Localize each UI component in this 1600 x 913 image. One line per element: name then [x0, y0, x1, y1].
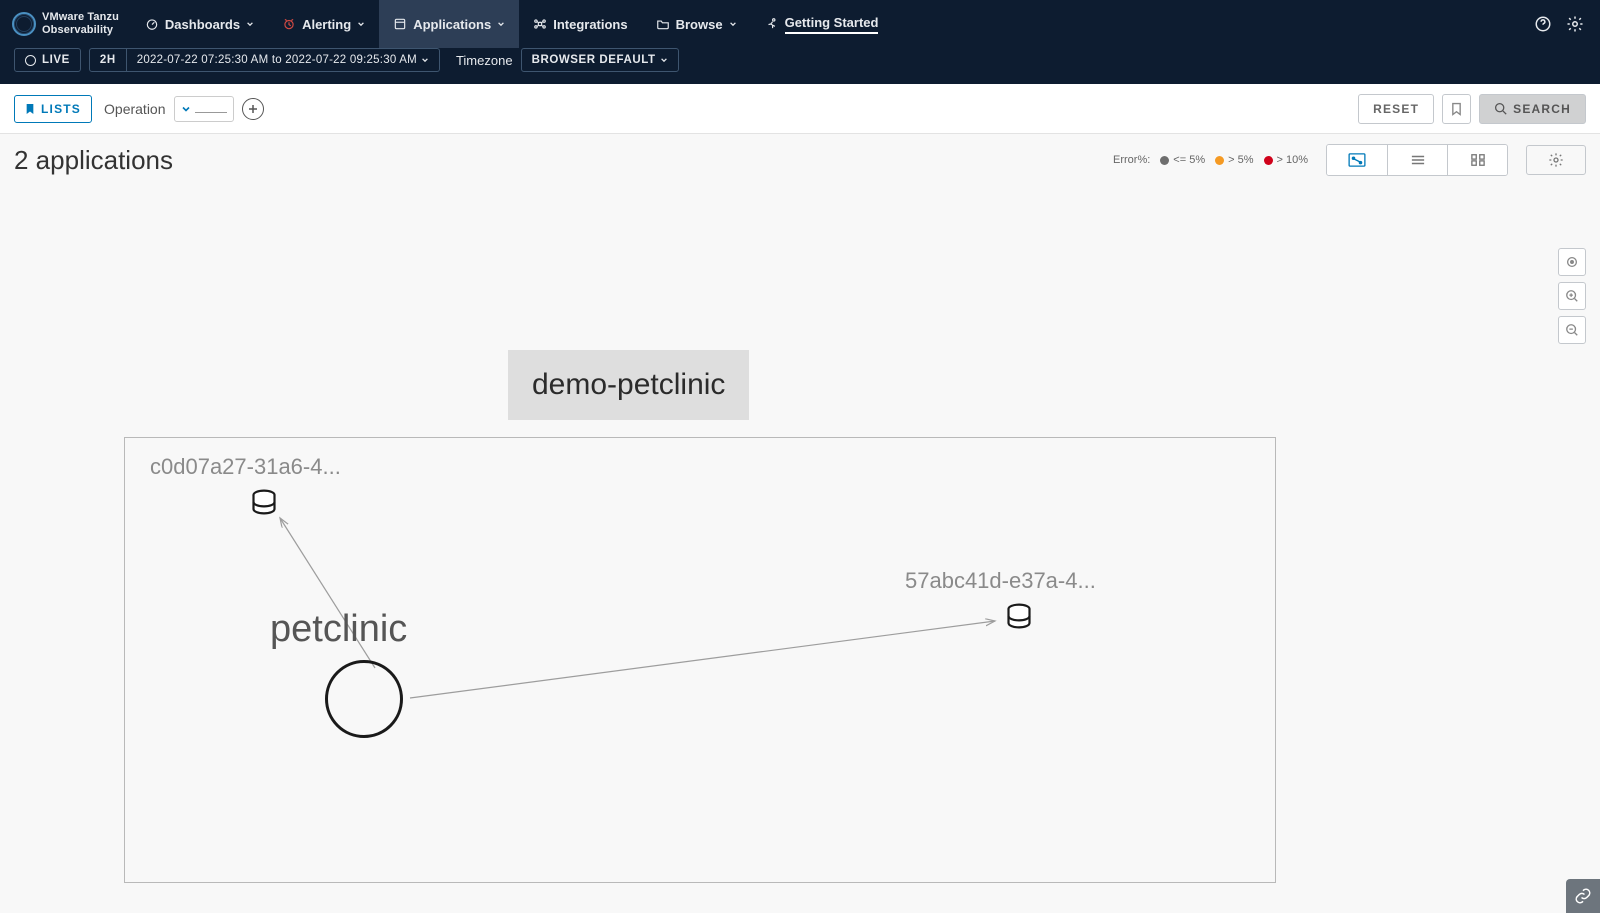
gear-icon: [1566, 15, 1584, 33]
zoom-in-button[interactable]: [1558, 282, 1586, 310]
share-link-button[interactable]: [1566, 879, 1600, 913]
target-icon: [1565, 255, 1579, 269]
add-filter-button[interactable]: [242, 98, 264, 120]
service-map-box: c0d07a27-31a6-4... 57abc41d-e37a-4... pe…: [124, 437, 1276, 883]
chevron-down-icon: [246, 20, 254, 28]
bookmark-icon: [1451, 102, 1462, 116]
logo-icon: [12, 12, 36, 36]
applications-count: 2 applications: [14, 145, 173, 176]
recenter-button[interactable]: [1558, 248, 1586, 276]
zoom-out-icon: [1565, 323, 1579, 337]
node-db1[interactable]: [250, 488, 278, 516]
grid-view-icon: [1470, 153, 1486, 167]
time-window-select[interactable]: 2H: [89, 48, 127, 72]
plus-icon: [247, 103, 259, 115]
applications-icon: [393, 17, 407, 31]
record-icon: [25, 55, 36, 66]
timezone-label: Timezone: [456, 53, 513, 68]
settings-button[interactable]: [1566, 15, 1584, 33]
timezone-select[interactable]: BROWSER DEFAULT: [521, 48, 679, 72]
view-settings-button[interactable]: [1526, 145, 1586, 175]
bookmark-button[interactable]: [1442, 94, 1471, 124]
service-map-edges: [125, 438, 1275, 882]
operation-filter-input[interactable]: [174, 96, 234, 122]
filter-bar: LISTS Operation RESET SEARCH: [0, 84, 1600, 134]
nav-dashboards[interactable]: Dashboards: [131, 0, 268, 48]
live-toggle[interactable]: LIVE: [14, 48, 81, 72]
reset-button[interactable]: RESET: [1358, 94, 1434, 124]
node-db2[interactable]: [1005, 602, 1033, 630]
integrations-icon: [533, 17, 547, 31]
view-grid-button[interactable]: [1447, 145, 1507, 175]
lists-button[interactable]: LISTS: [14, 95, 92, 123]
service-map-canvas[interactable]: demo-petclinic c0d07a27-31a6-4... 57abc4…: [14, 190, 1586, 903]
chevron-down-icon: [497, 20, 505, 28]
zoom-in-icon: [1565, 289, 1579, 303]
chevron-down-icon: [729, 20, 737, 28]
zoom-out-button[interactable]: [1558, 316, 1586, 344]
error-legend: Error%: <= 5% > 5% > 10%: [1113, 154, 1308, 166]
node-label-petclinic[interactable]: petclinic: [270, 608, 407, 651]
nav-alerting[interactable]: Alerting: [268, 0, 379, 48]
link-icon: [1574, 887, 1592, 905]
application-title-box[interactable]: demo-petclinic: [508, 350, 749, 420]
nav-browse[interactable]: Browse: [642, 0, 751, 48]
help-button[interactable]: [1534, 15, 1552, 33]
chevron-down-icon: [421, 56, 429, 64]
search-button[interactable]: SEARCH: [1479, 94, 1586, 124]
nav-getting-started[interactable]: Getting Started: [751, 0, 893, 48]
top-nav: VMware Tanzu Observability Dashboards Al…: [0, 0, 1600, 48]
chevron-down-icon: [660, 56, 668, 64]
view-list-button[interactable]: [1387, 145, 1447, 175]
operation-filter-label: Operation: [104, 101, 165, 117]
database-icon: [1005, 602, 1033, 630]
time-bar: LIVE 2H 2022-07-22 07:25:30 AM to 2022-0…: [0, 48, 1600, 84]
bookmark-icon: [25, 103, 35, 115]
database-icon: [250, 488, 278, 516]
node-label-db1[interactable]: c0d07a27-31a6-4...: [150, 454, 341, 480]
gauge-icon: [145, 17, 159, 31]
nav-integrations[interactable]: Integrations: [519, 0, 641, 48]
help-icon: [1534, 15, 1552, 33]
list-view-icon: [1409, 153, 1427, 167]
nav-applications[interactable]: Applications: [379, 0, 519, 48]
search-icon: [1494, 102, 1507, 115]
alarm-icon: [282, 17, 296, 31]
view-map-button[interactable]: [1327, 145, 1387, 175]
gear-icon: [1548, 152, 1564, 168]
chevron-down-icon: [357, 20, 365, 28]
node-petclinic[interactable]: [325, 660, 403, 738]
chevron-down-icon: [181, 104, 191, 114]
map-view-icon: [1348, 153, 1366, 167]
view-mode-switch: [1326, 144, 1508, 176]
folder-icon: [656, 17, 670, 31]
running-icon: [765, 17, 779, 31]
time-range-select[interactable]: 2022-07-22 07:25:30 AM to 2022-07-22 09:…: [127, 48, 440, 72]
brand-logo[interactable]: VMware Tanzu Observability: [0, 0, 131, 48]
node-label-db2[interactable]: 57abc41d-e37a-4...: [905, 568, 1096, 594]
brand-text: VMware Tanzu Observability: [42, 11, 119, 37]
summary-header: 2 applications Error%: <= 5% > 5% > 10%: [0, 134, 1600, 176]
zoom-controls: [1558, 248, 1586, 344]
